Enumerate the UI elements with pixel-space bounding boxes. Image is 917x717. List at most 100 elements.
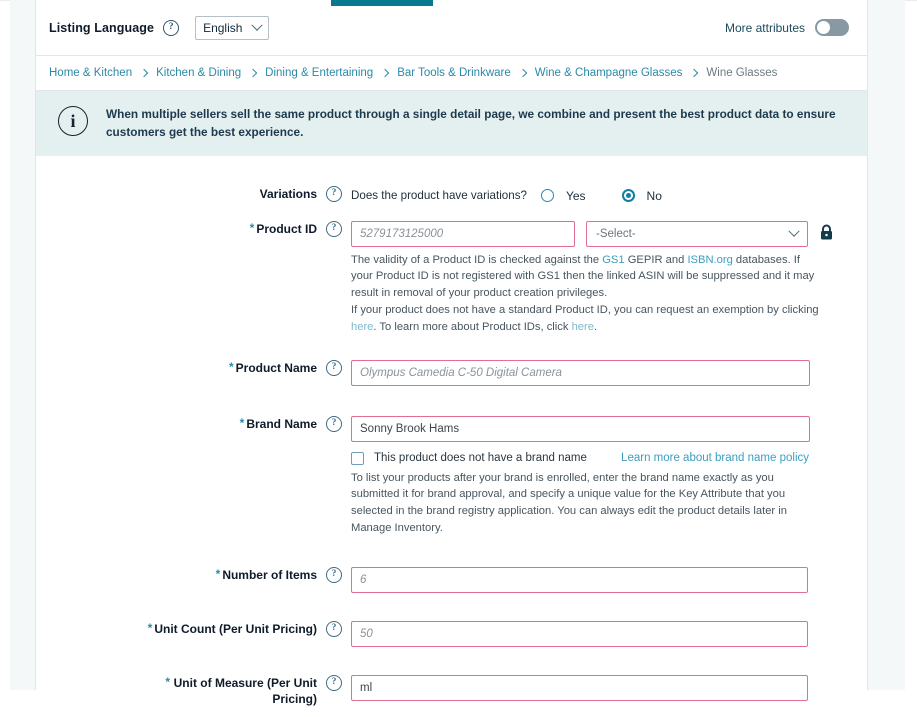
brand-name-help-text: To list your products after your brand i… <box>351 471 787 534</box>
radio-variations-yes[interactable] <box>540 189 554 203</box>
number-of-items-label-col: * Number of Items ? <box>36 566 342 583</box>
exemption-here-link[interactable]: here <box>351 321 373 333</box>
number-of-items-input[interactable]: 6 <box>351 566 808 593</box>
product-id-type-value: -Select- <box>596 227 636 240</box>
form-row-variations: Variations ? Does the product have varia… <box>36 185 867 203</box>
number-of-items-field: 6 <box>342 566 851 593</box>
product-id-help-f: . <box>593 320 598 333</box>
variations-question: Does the product have variations? <box>351 189 527 203</box>
variations-radio-group: Does the product have variations? Yes No <box>351 186 851 203</box>
number-of-items-input-placeholder: 6 <box>360 573 367 586</box>
brand-name-input-value: Sonny Brook Hams <box>360 422 460 435</box>
question-circle-icon[interactable]: ? <box>326 185 342 202</box>
form-row-unit-of-measure: * Unit of Measure (Per Unit Pricing) ? m… <box>36 674 867 707</box>
no-brand-checkbox[interactable] <box>351 451 364 465</box>
form-row-unit-count: * Unit Count (Per Unit Pricing) ? 50 <box>36 620 867 647</box>
product-id-type-select[interactable]: -Select- <box>586 220 808 247</box>
brand-name-label: Brand Name <box>246 416 317 431</box>
unit-count-label: Unit Count (Per Unit Pricing) <box>154 621 317 636</box>
breadcrumb-item-2[interactable]: Dining & Entertaining <box>265 67 373 79</box>
unit-count-field: 50 <box>342 620 851 647</box>
learn-more-here-link[interactable]: here <box>572 321 594 333</box>
product-name-input-placeholder: Olympus Camedia C-50 Digital Camera <box>360 366 562 379</box>
product-name-required-marker: * <box>228 359 234 374</box>
question-circle-icon[interactable]: ? <box>326 415 342 432</box>
product-form: Variations ? Does the product have varia… <box>36 156 867 708</box>
product-id-input-placeholder: 5279173125000 <box>360 227 444 240</box>
unit-count-required-marker: * <box>147 620 153 635</box>
form-row-product-name: * Product Name ? Olympus Camedia C-50 Di… <box>36 359 867 386</box>
unit-count-input[interactable]: 50 <box>351 620 808 647</box>
breadcrumb-item-3[interactable]: Bar Tools & Drinkware <box>397 67 511 79</box>
unit-count-label-col: * Unit Count (Per Unit Pricing) ? <box>36 620 342 637</box>
question-circle-icon[interactable]: ? <box>326 674 342 691</box>
unit-of-measure-label: Unit of Measure (Per Unit Pricing) <box>173 675 317 706</box>
breadcrumb: Home & Kitchen Kitchen & Dining Dining &… <box>36 56 867 91</box>
product-id-help-a: The validity of a Product ID is checked … <box>351 253 603 266</box>
form-row-product-id: * Product ID ? 5279173125000 -Select- Th… <box>36 220 867 336</box>
question-circle-icon[interactable]: ? <box>163 19 180 36</box>
product-id-help-b: GEPIR and <box>624 253 688 266</box>
info-banner-text: When multiple sellers sell the same prod… <box>106 107 836 140</box>
question-circle-icon[interactable]: ? <box>326 566 342 583</box>
breadcrumb-item-current: Wine Glasses <box>706 67 778 79</box>
product-id-label-col: * Product ID ? <box>36 220 342 237</box>
language-select[interactable]: English <box>195 15 270 40</box>
question-circle-icon[interactable]: ? <box>326 620 342 637</box>
breadcrumb-item-4[interactable]: Wine & Champagne Glasses <box>535 67 683 79</box>
radio-variations-no-label: No <box>646 188 662 203</box>
no-brand-checkbox-row: This product does not have a brand name … <box>351 451 813 465</box>
gs1-link[interactable]: GS1 <box>602 254 624 266</box>
product-name-input[interactable]: Olympus Camedia C-50 Digital Camera <box>351 359 810 386</box>
more-attributes-toggle[interactable] <box>815 19 849 36</box>
product-id-required-marker: * <box>249 220 255 235</box>
chevron-down-icon <box>788 225 800 237</box>
breadcrumb-separator-icon <box>139 68 149 78</box>
isbn-link[interactable]: ISBN.org <box>687 254 732 266</box>
unit-of-measure-field: ml <box>342 674 851 701</box>
number-of-items-label: Number of Items <box>222 567 317 582</box>
product-name-label: Product Name <box>235 360 317 375</box>
breadcrumb-item-1[interactable]: Kitchen & Dining <box>156 67 241 79</box>
breadcrumb-separator-icon <box>248 68 258 78</box>
unit-of-measure-input[interactable]: ml <box>351 674 808 701</box>
listing-language-bar: Listing Language ? English More attribut… <box>36 0 867 56</box>
breadcrumb-separator-icon <box>380 68 390 78</box>
brand-name-field: Sonny Brook Hams This product does not h… <box>342 415 851 537</box>
product-name-field: Olympus Camedia C-50 Digital Camera <box>342 359 851 386</box>
no-brand-checkbox-label: This product does not have a brand name <box>374 452 587 465</box>
chevron-down-icon <box>251 19 263 31</box>
breadcrumb-separator-icon <box>518 68 527 78</box>
page-root: Listing Language ? English More attribut… <box>0 0 917 717</box>
more-attributes-group: More attributes <box>725 19 849 36</box>
brand-policy-link[interactable]: Learn more about brand name policy <box>621 452 813 464</box>
brand-name-input[interactable]: Sonny Brook Hams <box>351 415 810 442</box>
product-id-help-d: If your product does not have a standard… <box>351 303 819 316</box>
breadcrumb-item-0[interactable]: Home & Kitchen <box>49 67 132 79</box>
content-card: Listing Language ? English More attribut… <box>35 0 868 706</box>
product-name-label-col: * Product Name ? <box>36 359 342 376</box>
product-id-field: 5279173125000 -Select- The validity of a… <box>342 220 851 336</box>
info-banner: i When multiple sellers sell the same pr… <box>36 91 867 156</box>
brand-name-required-marker: * <box>239 415 245 430</box>
toggle-knob <box>817 21 830 34</box>
variations-label: Variations <box>259 186 317 201</box>
form-row-brand-name: * Brand Name ? Sonny Brook Hams This pro… <box>36 415 867 537</box>
unit-count-input-placeholder: 50 <box>360 627 373 640</box>
question-circle-icon[interactable]: ? <box>326 220 342 237</box>
radio-variations-no[interactable] <box>621 189 635 203</box>
radio-variations-yes-label: Yes <box>565 188 586 203</box>
lock-icon <box>819 224 834 244</box>
more-attributes-label: More attributes <box>724 20 805 35</box>
product-id-label: Product ID <box>256 221 317 236</box>
form-row-number-of-items: * Number of Items ? 6 <box>36 566 867 593</box>
left-rail <box>10 0 35 690</box>
breadcrumb-separator-icon <box>690 68 699 78</box>
listing-language-label: Listing Language <box>49 20 155 35</box>
product-id-input[interactable]: 5279173125000 <box>351 220 575 247</box>
product-id-help-e: . To learn more about Product IDs, click <box>373 320 572 333</box>
question-circle-icon[interactable]: ? <box>326 359 342 376</box>
variations-field: Does the product have variations? Yes No <box>342 186 851 203</box>
unit-of-measure-required-marker: * <box>165 674 170 689</box>
number-of-items-required-marker: * <box>215 566 221 581</box>
